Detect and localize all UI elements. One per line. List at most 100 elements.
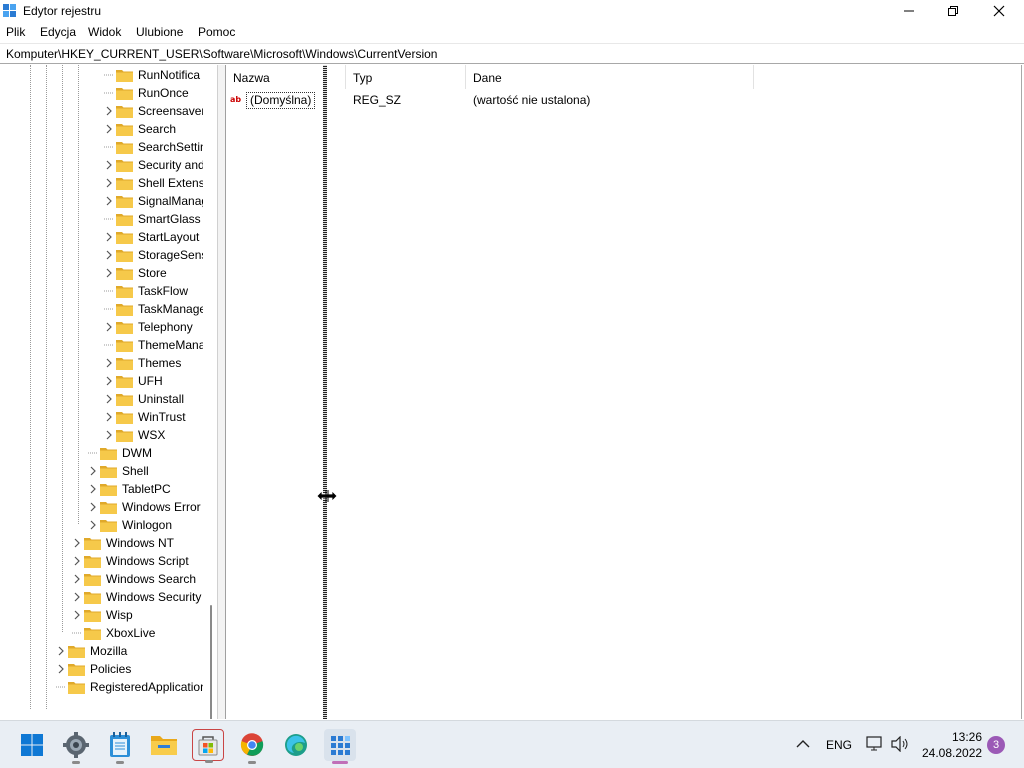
- chevron-right-icon[interactable]: [104, 412, 114, 422]
- tree-item[interactable]: RunOnce: [104, 84, 189, 102]
- volume-icon[interactable]: [890, 736, 910, 752]
- clock-time[interactable]: 13:26: [952, 730, 982, 744]
- column-resize-line[interactable]: [323, 65, 327, 719]
- pane-splitter[interactable]: [218, 65, 226, 719]
- chevron-right-icon[interactable]: [72, 574, 82, 584]
- tree-item[interactable]: Windows Search: [72, 570, 196, 588]
- menu-edycja[interactable]: Edycja: [40, 25, 76, 39]
- restore-button[interactable]: [930, 0, 976, 22]
- tree-item[interactable]: SignalManag: [104, 192, 203, 210]
- tree-item[interactable]: Store: [104, 264, 167, 282]
- column-header-data[interactable]: Dane: [466, 65, 754, 89]
- notification-badge[interactable]: 3: [987, 736, 1005, 754]
- tree-item[interactable]: Screensavers: [104, 102, 203, 120]
- tree-item[interactable]: Wisp: [72, 606, 133, 624]
- tree-item[interactable]: Mozilla: [56, 642, 127, 660]
- menu-ulubione[interactable]: Ulubione: [136, 25, 183, 39]
- tree-item[interactable]: RegisteredApplication: [56, 678, 203, 696]
- chevron-right-icon[interactable]: [104, 250, 114, 260]
- window-title: Edytor rejestru: [23, 4, 102, 18]
- tree-item[interactable]: ThemeMana: [104, 336, 203, 354]
- tree-item[interactable]: Windows NT: [72, 534, 174, 552]
- tree-item[interactable]: Winlogon: [88, 516, 172, 534]
- chevron-right-icon[interactable]: [72, 592, 82, 602]
- tree-item[interactable]: Windows Error: [88, 498, 201, 516]
- tree-item[interactable]: WSX: [104, 426, 165, 444]
- chevron-right-icon[interactable]: [104, 160, 114, 170]
- taskbar-regedit[interactable]: [324, 729, 356, 764]
- tree-item[interactable]: Search: [104, 120, 176, 138]
- tree-item[interactable]: StorageSens: [104, 246, 203, 264]
- column-header-name[interactable]: Nazwa: [226, 65, 346, 89]
- chevron-right-icon[interactable]: [88, 484, 98, 494]
- tree-item[interactable]: SmartGlass: [104, 210, 201, 228]
- tree-item[interactable]: Shell: [88, 462, 149, 480]
- tree-item[interactable]: TaskFlow: [104, 282, 188, 300]
- tree-item[interactable]: Security and: [104, 156, 203, 174]
- registry-tree[interactable]: RunNotifica RunOnce Screensavers Search Sear…: [0, 65, 218, 719]
- chevron-right-icon[interactable]: [104, 268, 114, 278]
- tree-item[interactable]: Telephony: [104, 318, 193, 336]
- menu-pomoc[interactable]: Pomoc: [198, 25, 235, 39]
- chevron-right-icon[interactable]: [104, 376, 114, 386]
- tree-item[interactable]: StartLayout: [104, 228, 199, 246]
- chevron-right-icon[interactable]: [72, 556, 82, 566]
- chevron-right-icon[interactable]: [104, 394, 114, 404]
- address-bar[interactable]: Komputer\HKEY_CURRENT_USER\Software\Micr…: [0, 43, 1024, 64]
- tree-item[interactable]: RunNotifica: [104, 66, 200, 84]
- taskbar-chrome[interactable]: [236, 729, 268, 764]
- tree-item[interactable]: UFH: [104, 372, 163, 390]
- value-name-cell[interactable]: ab (Domyślna): [230, 91, 316, 109]
- chevron-up-icon[interactable]: [796, 739, 810, 749]
- chevron-right-icon[interactable]: [88, 502, 98, 512]
- taskbar-store[interactable]: [192, 729, 224, 763]
- folder-icon: [116, 231, 133, 244]
- chevron-right-icon[interactable]: [104, 322, 114, 332]
- chevron-right-icon[interactable]: [104, 106, 114, 116]
- chevron-right-icon[interactable]: [88, 466, 98, 476]
- chevron-right-icon[interactable]: [104, 232, 114, 242]
- clock-date[interactable]: 24.08.2022: [922, 746, 982, 760]
- tree-item-label: ThemeMana: [138, 338, 203, 352]
- taskbar-file-explorer[interactable]: [148, 729, 180, 761]
- settings-icon: [63, 732, 89, 758]
- tree-item[interactable]: Policies: [56, 660, 131, 678]
- tree-item[interactable]: SearchSettin: [104, 138, 203, 156]
- menu-widok[interactable]: Widok: [88, 25, 121, 39]
- chevron-right-icon[interactable]: [104, 124, 114, 134]
- tree-item[interactable]: Themes: [104, 354, 181, 372]
- chevron-right-icon[interactable]: [104, 358, 114, 368]
- column-header-type[interactable]: Typ: [346, 65, 466, 89]
- taskbar-edge[interactable]: [280, 729, 312, 761]
- language-indicator[interactable]: ENG: [826, 738, 852, 752]
- chevron-right-icon[interactable]: [72, 538, 82, 548]
- chevron-right-icon[interactable]: [56, 664, 66, 674]
- tree-item[interactable]: Shell Extensi: [104, 174, 203, 192]
- tree-item[interactable]: DWM: [88, 444, 152, 462]
- tree-item[interactable]: Windows Script: [72, 552, 189, 570]
- chevron-right-icon[interactable]: [56, 646, 66, 656]
- address-path[interactable]: Komputer\HKEY_CURRENT_USER\Software\Micr…: [6, 47, 437, 61]
- chevron-right-icon[interactable]: [104, 430, 114, 440]
- tree-item[interactable]: WinTrust: [104, 408, 186, 426]
- chevron-right-icon[interactable]: [104, 178, 114, 188]
- start-button[interactable]: [16, 729, 48, 761]
- tree-item[interactable]: TabletPC: [88, 480, 171, 498]
- tree-item[interactable]: TaskManage: [104, 300, 203, 318]
- taskbar-notepad[interactable]: [104, 729, 136, 764]
- values-list[interactable]: Nazwa Typ Dane ab (Domyślna) REG_SZ (war…: [226, 65, 1022, 719]
- chevron-right-icon[interactable]: [88, 520, 98, 530]
- list-row[interactable]: ab (Domyślna) REG_SZ (wartość nie ustalo…: [226, 91, 1006, 109]
- tree-item[interactable]: Uninstall: [104, 390, 184, 408]
- close-button[interactable]: [976, 0, 1022, 22]
- taskbar-settings[interactable]: [60, 729, 92, 764]
- tree-connector: [104, 340, 114, 350]
- tree-vertical-scrollbar[interactable]: [210, 605, 212, 719]
- menu-plik[interactable]: Plik: [6, 25, 25, 39]
- minimize-button[interactable]: [886, 0, 932, 22]
- tree-item[interactable]: XboxLive: [72, 624, 155, 642]
- network-icon[interactable]: [866, 736, 884, 752]
- chevron-right-icon[interactable]: [72, 610, 82, 620]
- chevron-right-icon[interactable]: [104, 196, 114, 206]
- tree-item[interactable]: Windows Security: [72, 588, 201, 606]
